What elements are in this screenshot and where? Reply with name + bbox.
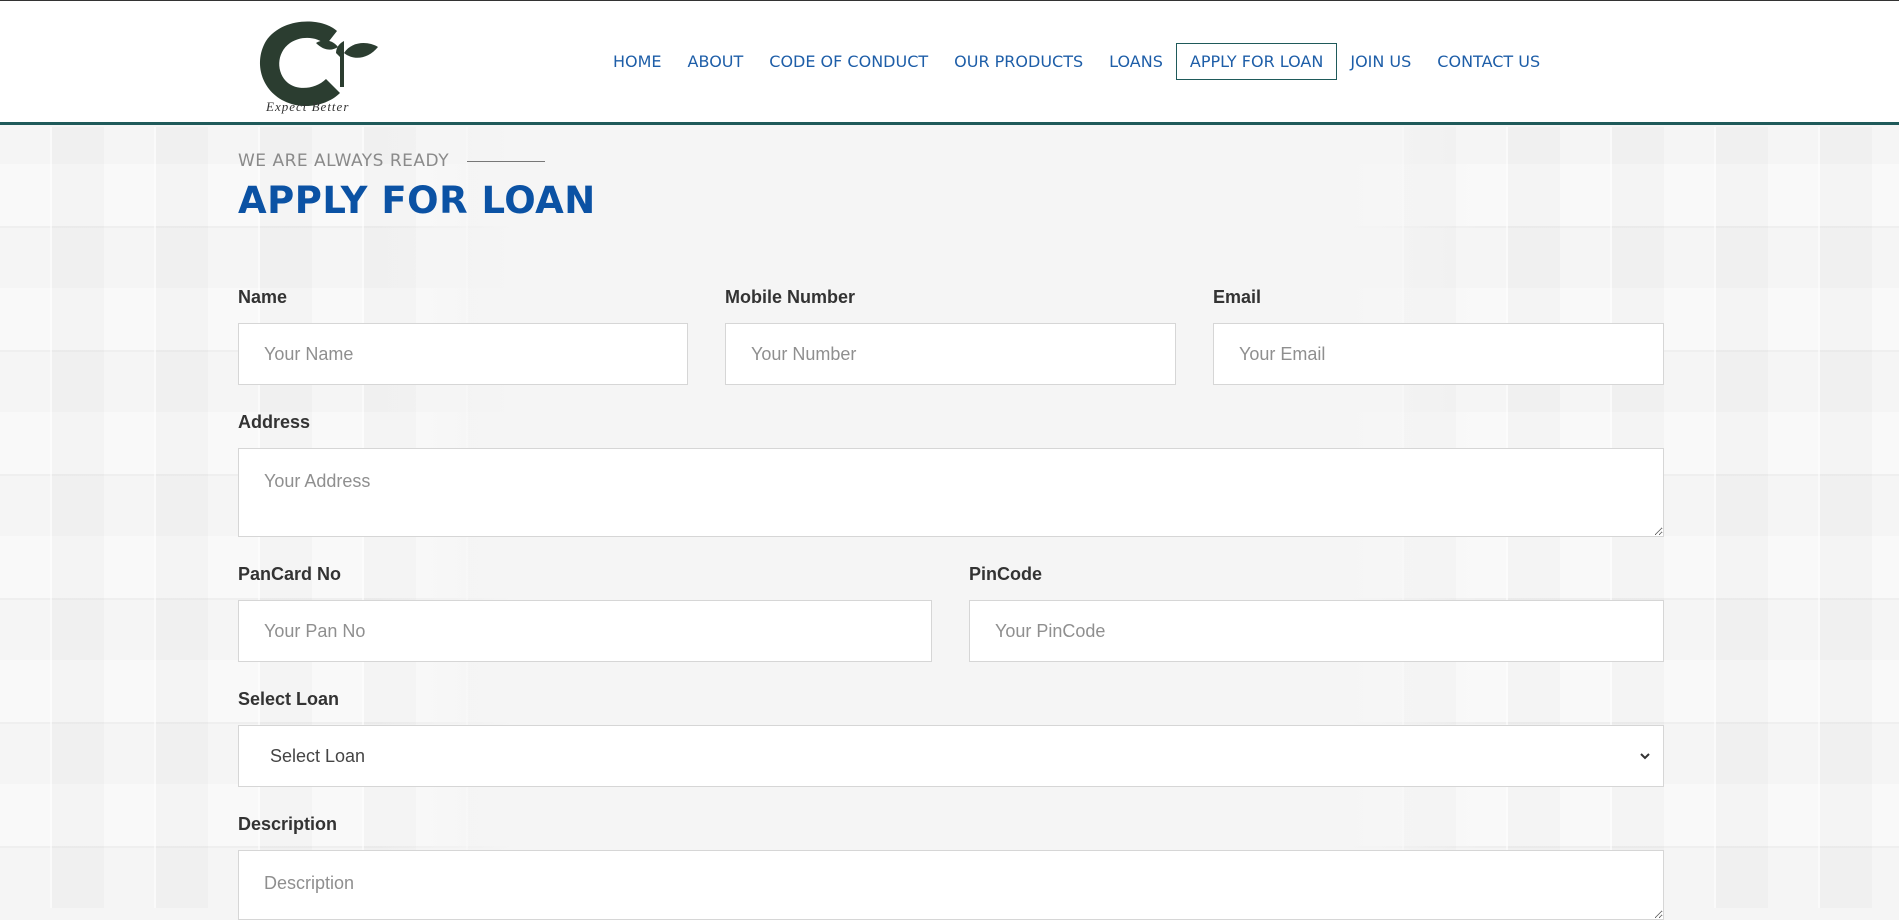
mobile-input[interactable] <box>725 323 1176 385</box>
email-label: Email <box>1213 287 1262 307</box>
nav-apply-for-loan[interactable]: APPLY FOR LOAN <box>1175 42 1338 80</box>
nav-code-of-conduct[interactable]: CODE OF CONDUCT <box>756 44 941 79</box>
pincode-label: PinCode <box>969 564 1043 584</box>
nav-loans[interactable]: LOANS <box>1096 44 1176 79</box>
eyebrow-text: WE ARE ALWAYS READY <box>238 151 450 171</box>
eyebrow-divider <box>467 160 546 162</box>
nav-about[interactable]: ABOUT <box>675 44 757 79</box>
name-label: Name <box>238 287 288 307</box>
main-nav: HOME ABOUT CODE OF CONDUCT OUR PRODUCTS … <box>600 42 1553 80</box>
nav-contact-us[interactable]: CONTACT US <box>1424 44 1553 79</box>
chevron-down-icon <box>1640 753 1650 760</box>
pancard-input[interactable] <box>238 600 932 662</box>
pincode-input[interactable] <box>969 600 1664 662</box>
address-textarea[interactable] <box>238 448 1664 537</box>
description-label: Description <box>238 814 338 834</box>
nav-our-products[interactable]: OUR PRODUCTS <box>941 44 1096 79</box>
pancard-label: PanCard No <box>238 564 342 584</box>
section-eyebrow: WE ARE ALWAYS READY <box>238 151 546 171</box>
logo-tagline: Expect Better <box>266 99 350 114</box>
loan-select[interactable]: Select Loan <box>238 725 1664 787</box>
description-textarea[interactable] <box>238 850 1664 920</box>
address-label: Address <box>238 412 311 432</box>
nav-join-us[interactable]: JOIN US <box>1337 44 1424 79</box>
loan-select-value: Select Loan <box>270 746 366 766</box>
select-loan-label: Select Loan <box>238 689 340 709</box>
name-input[interactable] <box>238 323 688 385</box>
page-title: APPLY FOR LOAN <box>238 179 596 222</box>
mobile-label: Mobile Number <box>725 287 856 307</box>
nav-home[interactable]: HOME <box>600 44 675 79</box>
email-input[interactable] <box>1213 323 1664 385</box>
site-header: Expect Better HOME ABOUT CODE OF CONDUCT… <box>0 0 1899 125</box>
apply-loan-section: WE ARE ALWAYS READY APPLY FOR LOAN Name … <box>0 127 1899 920</box>
